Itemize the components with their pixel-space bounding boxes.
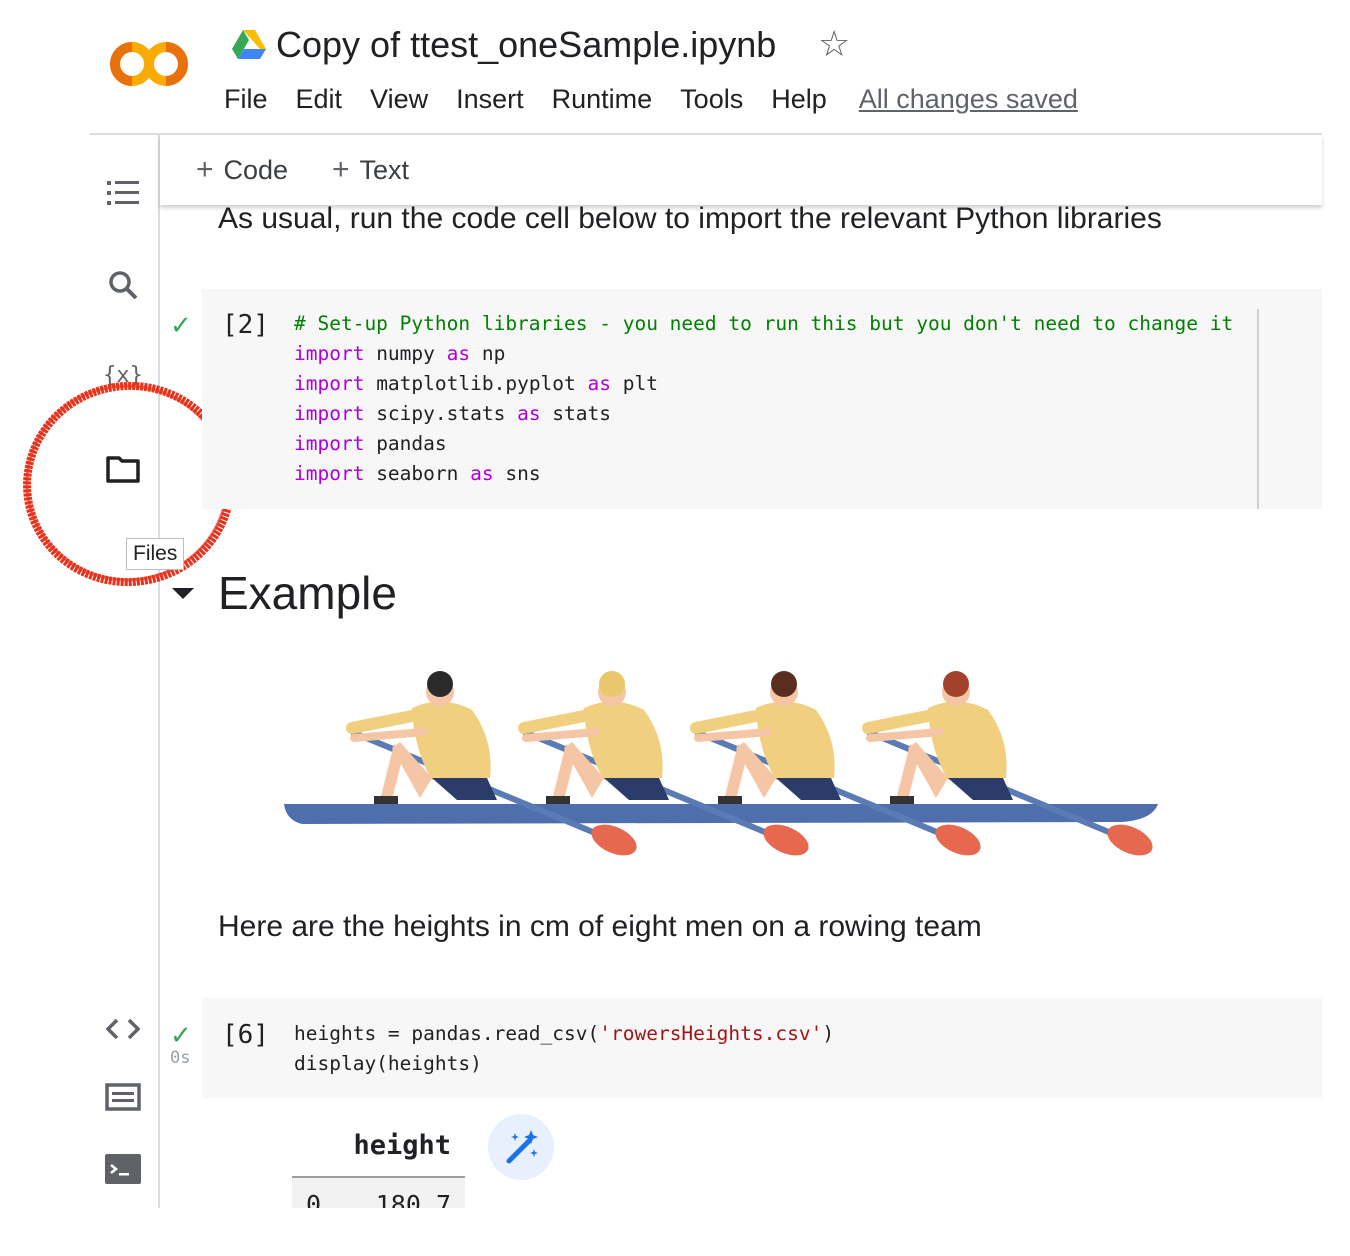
code-text-imports[interactable]: # Set-up Python libraries - you need to … — [294, 309, 1233, 489]
menu-insert[interactable]: Insert — [456, 84, 524, 120]
magic-wand-icon — [506, 1130, 538, 1164]
notebook-title[interactable]: Copy of ttest_oneSample.ipynb — [276, 24, 776, 66]
plus-icon: + — [196, 153, 214, 186]
code-segment: heights = pandas.read_csv( — [294, 1022, 600, 1045]
heights-description-text: Here are the heights in cm of eight men … — [218, 910, 982, 943]
section-heading: Example — [218, 567, 397, 619]
code-line: import scipy.stats as stats — [294, 402, 612, 425]
files-tooltip: Files — [126, 538, 185, 570]
add-code-button[interactable]: + Code — [196, 153, 288, 187]
sidebar-divider — [158, 135, 160, 1210]
table-of-contents-icon[interactable] — [104, 174, 142, 212]
add-text-label: Text — [359, 155, 410, 185]
collapse-section-arrow-icon[interactable] — [172, 588, 194, 599]
plus-icon: + — [332, 153, 350, 186]
table-column-header: height — [292, 1126, 465, 1178]
menu-file[interactable]: File — [224, 84, 268, 120]
menu-view[interactable]: View — [370, 84, 428, 120]
add-text-button[interactable]: + Text — [332, 153, 409, 187]
code-line: import matplotlib.pyplot as plt — [294, 372, 658, 395]
menu-bar: File Edit View Insert Runtime Tools Help… — [224, 84, 1078, 120]
colab-logo[interactable] — [108, 38, 198, 94]
rowing-team-illustration — [284, 671, 1162, 880]
interactive-table-button[interactable] — [488, 1114, 554, 1180]
intro-text: As usual, run the code cell below to imp… — [218, 202, 1162, 235]
cell-ruler — [1257, 309, 1259, 509]
code-line: import seaborn as sns — [294, 462, 541, 485]
google-drive-icon[interactable] — [232, 30, 266, 60]
star-icon[interactable]: ☆ — [818, 26, 850, 62]
menu-runtime[interactable]: Runtime — [552, 84, 653, 120]
code-comment: # Set-up Python libraries - you need to … — [294, 312, 1234, 335]
menu-help[interactable]: Help — [771, 84, 827, 120]
execution-count: [6] — [222, 1020, 269, 1050]
column-label: height — [353, 1130, 451, 1161]
page-bottom-margin — [0, 1208, 1350, 1256]
code-string: 'rowersHeights.csv' — [599, 1022, 823, 1045]
code-segment: ) — [822, 1022, 835, 1045]
code-line: import numpy as np — [294, 342, 506, 365]
code-text-read-csv[interactable]: heights = pandas.read_csv('rowersHeights… — [294, 1019, 834, 1079]
code-line: import pandas — [294, 432, 447, 455]
run-success-check-icon[interactable]: ✓ — [170, 1020, 192, 1051]
command-palette-icon[interactable] — [104, 1078, 142, 1116]
run-success-check-icon[interactable]: ✓ — [170, 310, 192, 341]
search-icon[interactable] — [104, 266, 142, 304]
terminal-icon[interactable] — [104, 1150, 142, 1188]
add-code-label: Code — [223, 155, 289, 185]
save-status-link[interactable]: All changes saved — [859, 84, 1078, 120]
execution-time: 0s — [170, 1048, 191, 1068]
notebook-toolbar: + Code + Text — [160, 135, 1322, 205]
menu-tools[interactable]: Tools — [680, 84, 743, 120]
code-snippets-icon[interactable] — [104, 1010, 142, 1048]
execution-count: [2] — [222, 310, 269, 340]
code-line: display(heights) — [294, 1052, 482, 1075]
menu-edit[interactable]: Edit — [296, 84, 343, 120]
